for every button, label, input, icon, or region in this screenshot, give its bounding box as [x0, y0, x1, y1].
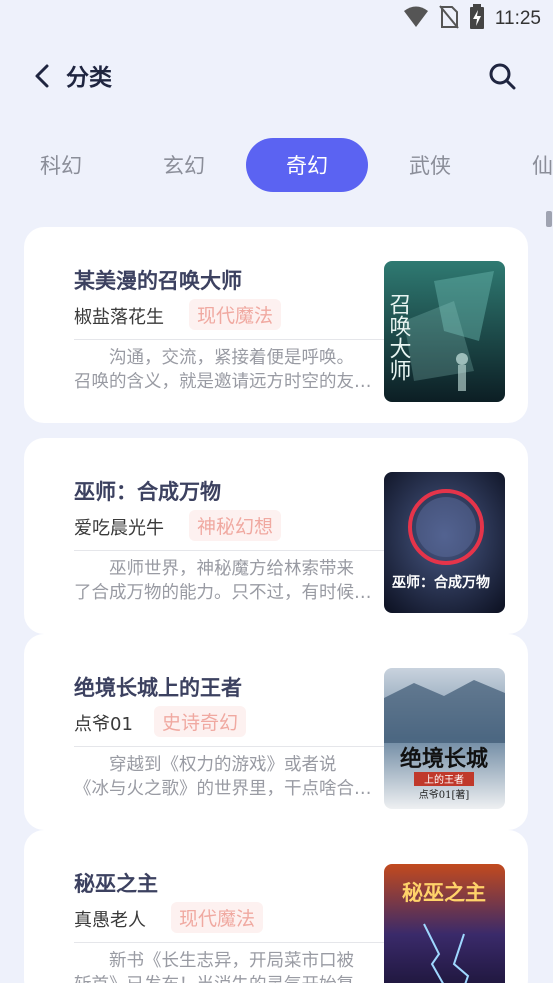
- cover-title: 绝境长城: [400, 746, 488, 772]
- tab-xian[interactable]: 仙: [492, 138, 553, 192]
- divider: [74, 746, 384, 747]
- book-card[interactable]: 绝境长城上的王者 点爷01 史诗奇幻 穿越到《权力的游戏》或者说 《冰与火之歌》…: [24, 634, 528, 830]
- book-cover: 秘巫之主: [384, 864, 505, 983]
- book-description: 穿越到《权力的游戏》或者说 《冰与火之歌》的世界里，干点啥合…: [74, 755, 372, 799]
- genre-tag: 神秘幻想: [189, 510, 282, 541]
- book-author: 爱吃晨光牛: [74, 518, 164, 539]
- cover-author: 点爷01[著]: [419, 788, 470, 801]
- divider: [74, 550, 384, 551]
- no-sim-icon: [439, 5, 459, 33]
- book-description: 沟通，交流，紧接着便是呼唤。 召唤的含义，就是邀请远方时空的友…: [74, 348, 372, 392]
- status-bar: 11:25: [0, 0, 553, 38]
- battery-charging-icon: [469, 4, 485, 34]
- book-author: 点爷01: [74, 714, 133, 735]
- cover-title: 秘巫之主: [402, 880, 486, 905]
- book-description: 新书《长生志异，开局菜市口被 斩首》已发布！当消失的灵气开始复…: [74, 951, 372, 983]
- tab-scifi[interactable]: 科幻: [0, 138, 122, 192]
- genre-tag: 现代魔法: [189, 299, 282, 330]
- cover-subtitle: 上的王者: [424, 773, 464, 786]
- cover-title: 召唤大师: [386, 293, 412, 381]
- tab-xuanhuan[interactable]: 玄幻: [123, 138, 245, 192]
- search-icon: [488, 62, 516, 94]
- book-card[interactable]: 秘巫之主 真愚老人 现代魔法 新书《长生志异，开局菜市口被 斩首》已发布！当消失…: [24, 830, 528, 983]
- book-card[interactable]: 某美漫的召唤大师 椒盐落花生 现代魔法 沟通，交流，紧接着便是呼唤。 召唤的含义…: [24, 227, 528, 423]
- divider: [74, 942, 384, 943]
- book-author: 真愚老人: [74, 910, 146, 931]
- tab-wuxia[interactable]: 武侠: [369, 138, 491, 192]
- status-time: 11:25: [494, 8, 541, 29]
- book-cover: 巫师：合成万物: [384, 472, 505, 613]
- category-tabs: 科幻 玄幻 奇幻 武侠 仙: [0, 138, 553, 194]
- book-title: 某美漫的召唤大师: [74, 269, 242, 293]
- book-cover: 召唤大师: [384, 261, 505, 402]
- wifi-icon: [403, 6, 429, 32]
- search-button[interactable]: [486, 62, 518, 94]
- page-title: 分类: [66, 65, 112, 91]
- divider: [74, 339, 384, 340]
- tab-fantasy[interactable]: 奇幻: [246, 138, 368, 192]
- back-button[interactable]: [28, 62, 56, 94]
- genre-tag: 史诗奇幻: [154, 706, 247, 737]
- header: 分类: [0, 50, 553, 108]
- book-title: 巫师：合成万物: [74, 480, 221, 504]
- book-title: 秘巫之主: [74, 872, 158, 896]
- book-title: 绝境长城上的王者: [74, 676, 242, 700]
- book-card[interactable]: 巫师：合成万物 爱吃晨光牛 神秘幻想 巫师世界，神秘魔方给林索带来 了合成万物的…: [24, 438, 528, 634]
- scrollbar[interactable]: [546, 211, 552, 227]
- genre-tag: 现代魔法: [171, 902, 264, 933]
- cover-title: 巫师：合成万物: [392, 574, 490, 591]
- book-description: 巫师世界，神秘魔方给林索带来 了合成万物的能力。只不过，有时候…: [74, 559, 372, 603]
- book-author: 椒盐落花生: [74, 307, 164, 328]
- chevron-left-icon: [33, 63, 51, 93]
- book-cover: 绝境长城 上的王者 点爷01[著]: [384, 668, 505, 809]
